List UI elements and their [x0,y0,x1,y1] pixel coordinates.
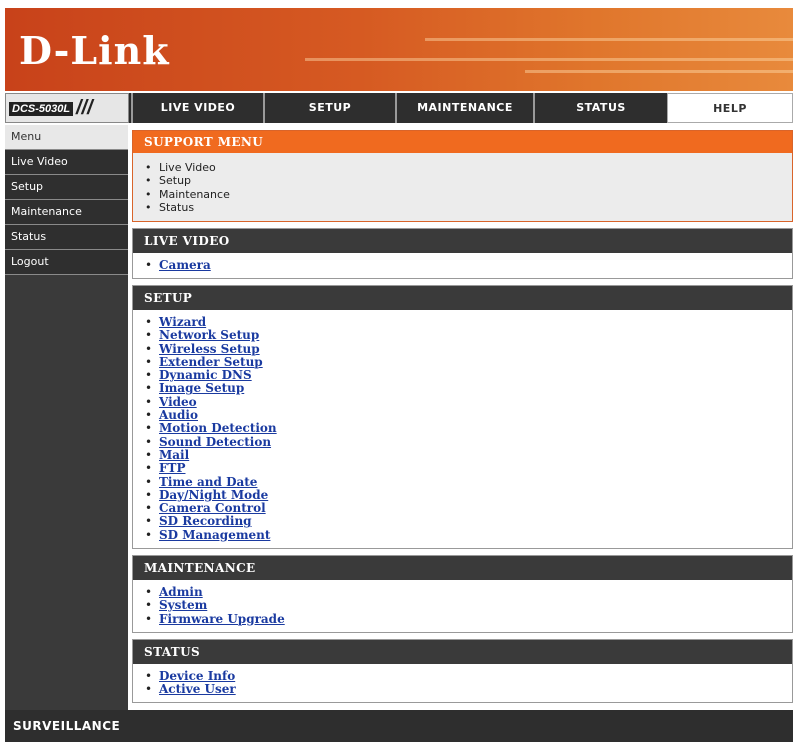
help-link-video[interactable]: Video [159,395,197,409]
help-link-ftp[interactable]: FTP [159,461,185,475]
setup-panel: SETUP Wizard Network Setup Wireless Setu… [132,285,793,549]
footer-bar: SURVEILLANCE [5,710,793,742]
sidebar: Menu Live Video Setup Maintenance Status… [5,125,128,710]
tab-live-video[interactable]: LIVE VIDEO [131,93,263,123]
tab-setup[interactable]: SETUP [263,93,395,123]
live-video-panel: LIVE VIDEO Camera [132,228,793,279]
tab-help[interactable]: HELP [667,93,793,123]
dlink-logo: D-Link [19,28,170,73]
top-nav: DCS-5030L /// LIVE VIDEO SETUP MAINTENAN… [5,93,793,123]
help-link-device-info[interactable]: Device Info [159,669,235,683]
help-link-day-night-mode[interactable]: Day/Night Mode [159,488,268,502]
support-item-live-video: Live Video [145,161,792,174]
help-link-camera-control[interactable]: Camera Control [159,501,266,515]
help-link-dynamic-dns[interactable]: Dynamic DNS [159,368,252,382]
status-panel: STATUS Device Info Active User [132,639,793,703]
help-link-wireless-setup[interactable]: Wireless Setup [159,342,260,356]
help-link-sound-detection[interactable]: Sound Detection [159,435,271,449]
help-link-mail[interactable]: Mail [159,448,189,462]
slash-decoration: /// [76,97,93,119]
surveillance-label: SURVEILLANCE [13,719,121,733]
sidebar-item-menu[interactable]: Menu [5,125,128,150]
help-link-camera[interactable]: Camera [159,258,211,272]
help-link-audio[interactable]: Audio [159,408,198,422]
help-link-admin[interactable]: Admin [159,585,203,599]
help-link-motion-detection[interactable]: Motion Detection [159,421,277,435]
help-link-extender-setup[interactable]: Extender Setup [159,355,263,369]
help-link-time-and-date[interactable]: Time and Date [159,475,257,489]
help-link-sd-recording[interactable]: SD Recording [159,514,252,528]
help-link-wizard[interactable]: Wizard [159,315,206,329]
help-link-image-setup[interactable]: Image Setup [159,381,244,395]
tab-maintenance[interactable]: MAINTENANCE [395,93,533,123]
status-title: STATUS [133,640,792,664]
sidebar-item-setup[interactable]: Setup [5,175,128,200]
support-item-status: Status [145,201,792,214]
maintenance-title: MAINTENANCE [133,556,792,580]
help-link-network-setup[interactable]: Network Setup [159,328,259,342]
support-item-maintenance: Maintenance [145,188,792,201]
model-badge: DCS-5030L /// [5,93,129,123]
model-label: DCS-5030L [9,102,74,116]
help-link-firmware-upgrade[interactable]: Firmware Upgrade [159,612,285,626]
sidebar-item-logout[interactable]: Logout [5,250,128,275]
sidebar-item-live-video[interactable]: Live Video [5,150,128,175]
help-link-active-user[interactable]: Active User [159,682,236,696]
support-item-setup: Setup [145,174,792,187]
support-menu-panel: SUPPORT MENU Live Video Setup Maintenanc… [132,130,793,222]
help-link-system[interactable]: System [159,598,207,612]
tab-status[interactable]: STATUS [533,93,667,123]
header-banner: D-Link [5,8,793,91]
maintenance-panel: MAINTENANCE Admin System Firmware Upgrad… [132,555,793,633]
help-link-sd-management[interactable]: SD Management [159,528,270,542]
sidebar-item-maintenance[interactable]: Maintenance [5,200,128,225]
setup-title: SETUP [133,286,792,310]
live-video-title: LIVE VIDEO [133,229,792,253]
sidebar-item-status[interactable]: Status [5,225,128,250]
support-menu-title: SUPPORT MENU [133,131,792,153]
